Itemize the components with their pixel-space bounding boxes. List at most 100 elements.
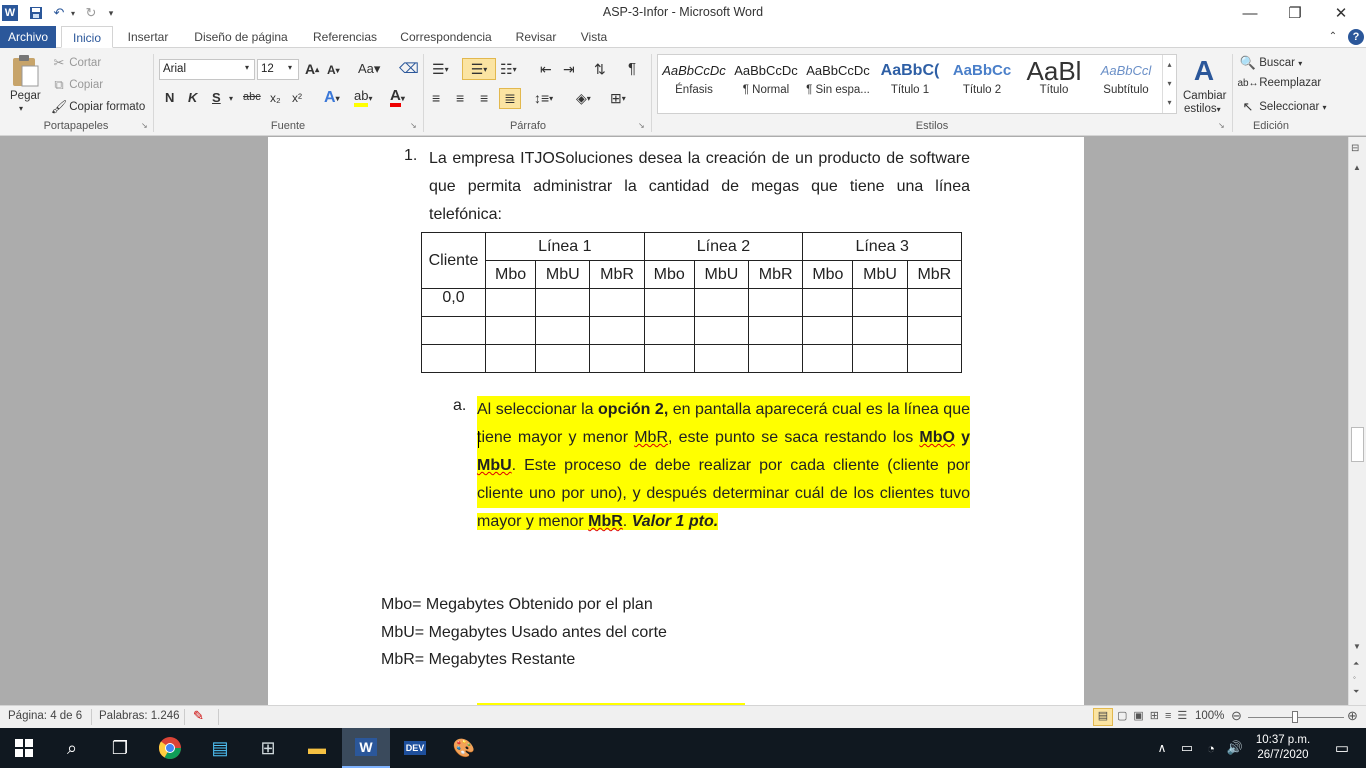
change-styles-button[interactable]: Cambiar bbox=[1183, 90, 1226, 102]
show-hidden-icons[interactable]: ∧ bbox=[1152, 728, 1172, 768]
grow-font-icon[interactable]: A ▴ bbox=[305, 61, 319, 77]
superscript-button[interactable]: x² bbox=[292, 91, 302, 105]
justify-icon[interactable]: ≣ bbox=[499, 88, 521, 109]
align-left-icon[interactable]: ≡ bbox=[432, 90, 440, 106]
page-indicator[interactable]: Página: 4 de 6 bbox=[8, 710, 82, 722]
clipboard-launcher-icon[interactable]: ↘ bbox=[141, 121, 148, 130]
ruler-toggle-icon[interactable]: ⊟ bbox=[1351, 143, 1359, 154]
underline-button[interactable]: S bbox=[212, 90, 221, 105]
subscript-button[interactable]: x₂ bbox=[270, 91, 281, 105]
item-a-text[interactable]: Al seleccionar la opción 2, en pantalla … bbox=[477, 396, 970, 536]
find-button[interactable]: 🔍 Buscar ▾ bbox=[1240, 55, 1302, 71]
style-normal[interactable]: AaBbCcDc ¶ Normal bbox=[730, 56, 802, 110]
style-sin-espaciado[interactable]: AaBbCcDc ¶ Sin espa... bbox=[802, 56, 874, 110]
cut-button[interactable]: ✂ Cortar bbox=[52, 55, 102, 71]
style-subtitulo[interactable]: AaBbCcl Subtítulo bbox=[1090, 56, 1162, 110]
scroll-up-icon[interactable]: ▲ bbox=[1353, 163, 1361, 172]
strikethrough-button[interactable]: abc bbox=[243, 91, 261, 103]
powershell-icon[interactable]: ▤ bbox=[196, 728, 244, 768]
paste-icon[interactable] bbox=[8, 54, 42, 90]
font-launcher-icon[interactable]: ↘ bbox=[410, 121, 417, 130]
search-icon[interactable]: ⌕ bbox=[48, 728, 96, 768]
font-color-icon[interactable]: A ▾ bbox=[390, 88, 405, 107]
volume-icon[interactable]: 🔊 bbox=[1224, 728, 1246, 768]
style-titulo[interactable]: AaBl Título bbox=[1018, 56, 1090, 110]
scroll-down-icon[interactable]: ▼ bbox=[1353, 642, 1361, 651]
print-layout-icon[interactable]: ▤ bbox=[1093, 708, 1113, 726]
multilevel-list-icon[interactable]: ☷ ▾ bbox=[500, 61, 517, 78]
borders-icon[interactable]: ⊞ ▾ bbox=[610, 90, 626, 107]
devcpp-icon[interactable]: DEV bbox=[391, 728, 439, 768]
collapse-ribbon-icon[interactable]: ⌃ bbox=[1326, 26, 1340, 48]
word-count[interactable]: Palabras: 1.246 bbox=[99, 710, 180, 722]
tab-vista[interactable]: Vista bbox=[572, 26, 616, 48]
vertical-scrollbar[interactable]: ⊟ ▲ ▼ ⏶ ◦ ⏷ bbox=[1348, 137, 1366, 705]
format-painter-button[interactable]: 🖌 Copiar formato bbox=[51, 99, 146, 115]
battery-icon[interactable]: ▭ bbox=[1176, 728, 1198, 768]
font-size-field[interactable]: 12 bbox=[257, 59, 299, 80]
scroll-thumb[interactable] bbox=[1351, 427, 1364, 462]
change-styles-button-2[interactable]: estilos ▾ bbox=[1184, 103, 1221, 115]
style-titulo-2[interactable]: AaBbCc Título 2 bbox=[946, 56, 1018, 110]
zoom-level[interactable]: 100% bbox=[1195, 710, 1224, 722]
clear-format-icon[interactable]: ⌫ bbox=[399, 60, 419, 77]
tab-revisar[interactable]: Revisar bbox=[508, 26, 564, 48]
styles-launcher-icon[interactable]: ↘ bbox=[1218, 121, 1225, 130]
shading-icon[interactable]: ◈ ▾ bbox=[576, 90, 591, 107]
megas-table[interactable]: Cliente Línea 1 Línea 2 Línea 3 Mbo MbU … bbox=[421, 232, 963, 373]
word-taskbar-icon[interactable]: W bbox=[342, 728, 390, 768]
task-view-icon[interactable]: ❐ bbox=[96, 728, 144, 768]
align-center-icon[interactable]: ≡ bbox=[456, 90, 464, 106]
decrease-indent-icon[interactable]: ⇤ bbox=[540, 61, 552, 78]
font-name-field[interactable]: Arial bbox=[159, 59, 255, 80]
network-app-icon[interactable]: ⊞ bbox=[244, 728, 292, 768]
notifications-icon[interactable]: ▭ bbox=[1318, 728, 1366, 768]
tab-insertar[interactable]: Insertar bbox=[120, 26, 176, 48]
line-spacing-icon[interactable]: ↕≡ ▾ bbox=[534, 90, 553, 106]
change-styles-icon[interactable]: A bbox=[1186, 55, 1222, 87]
restore-button[interactable]: ❐ bbox=[1272, 0, 1318, 26]
sort-icon[interactable]: ⇅ bbox=[594, 61, 606, 78]
increase-indent-icon[interactable]: ⇥ bbox=[563, 61, 575, 78]
tab-archivo[interactable]: Archivo bbox=[0, 26, 56, 48]
bold-button[interactable]: N bbox=[165, 90, 174, 105]
text-effects-icon[interactable]: A ▾ bbox=[324, 89, 340, 107]
paste-button[interactable]: Pegar bbox=[10, 90, 41, 102]
replace-button[interactable]: ab↔ Reemplazar bbox=[1237, 77, 1321, 89]
browse-controls[interactable]: ⏶ ◦ ⏷ bbox=[1353, 657, 1359, 699]
underline-dropdown-icon[interactable]: ▾ bbox=[229, 94, 233, 103]
close-button[interactable]: ✕ bbox=[1318, 0, 1364, 26]
change-case-icon[interactable]: Aa▾ bbox=[358, 61, 380, 77]
select-button[interactable]: ↖ Seleccionar ▾ bbox=[1240, 99, 1327, 115]
file-explorer-icon[interactable]: ▬ bbox=[293, 728, 341, 768]
shrink-font-icon[interactable]: A ▾ bbox=[327, 63, 340, 77]
view-icons[interactable]: ▢▣⊞≡☰ bbox=[1117, 709, 1193, 722]
copy-button[interactable]: ⧉ Copiar bbox=[52, 77, 103, 93]
help-icon[interactable]: ? bbox=[1348, 29, 1364, 45]
tab-diseno[interactable]: Diseño de página bbox=[186, 26, 296, 48]
style-titulo-1[interactable]: AaBbC(Título 1 bbox=[874, 56, 946, 110]
numbering-icon[interactable]: ☰ ▾ bbox=[462, 58, 496, 80]
chrome-icon[interactable] bbox=[146, 728, 194, 768]
align-right-icon[interactable]: ≡ bbox=[480, 90, 488, 106]
item-1-text[interactable]: La empresa ITJOSoluciones desea la creac… bbox=[429, 145, 970, 229]
wifi-icon[interactable]: ◔ bbox=[1200, 728, 1222, 768]
bullets-icon[interactable]: ☰ ▾ bbox=[432, 61, 449, 78]
font-size-dropdown-icon[interactable]: ▾ bbox=[288, 63, 292, 72]
tab-correspondencia[interactable]: Correspondencia bbox=[393, 26, 499, 48]
paste-dropdown-icon[interactable]: ▾ bbox=[19, 104, 23, 113]
tab-referencias[interactable]: Referencias bbox=[306, 26, 384, 48]
zoom-slider-thumb[interactable] bbox=[1292, 711, 1298, 723]
zoom-in-icon[interactable]: ⊕ bbox=[1347, 708, 1358, 724]
paragraph-launcher-icon[interactable]: ↘ bbox=[638, 121, 645, 130]
highlight-icon[interactable]: ab ▾ bbox=[354, 89, 372, 107]
minimize-button[interactable]: — bbox=[1227, 0, 1273, 26]
proofing-icon[interactable]: ✎ bbox=[193, 708, 204, 724]
font-name-dropdown-icon[interactable]: ▾ bbox=[245, 63, 249, 72]
paint-icon[interactable]: 🎨 bbox=[440, 728, 488, 768]
start-icon[interactable] bbox=[0, 728, 48, 768]
styles-scroll[interactable]: ▴ ▾ ▾ bbox=[1162, 55, 1176, 113]
clock[interactable]: 10:37 p.m. 26/7/2020 bbox=[1252, 733, 1314, 763]
tab-inicio[interactable]: Inicio bbox=[61, 26, 113, 48]
italic-button[interactable]: K bbox=[188, 90, 197, 105]
